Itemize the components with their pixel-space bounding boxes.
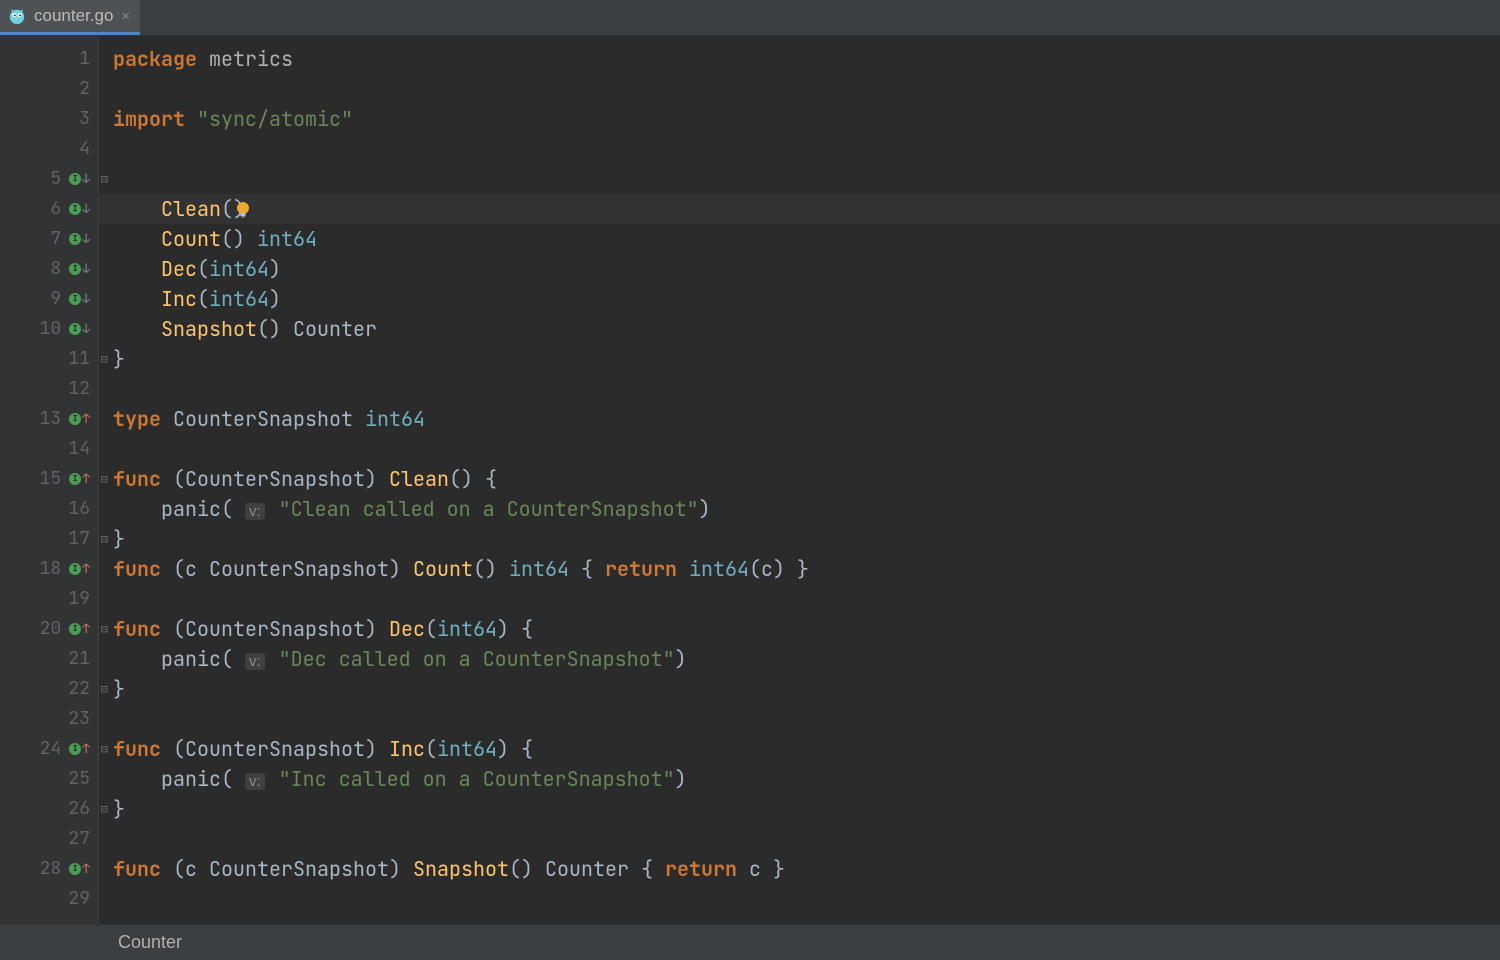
code-line[interactable]: type Counter interface {: [99, 164, 1500, 194]
implements-up-icon[interactable]: I↑: [69, 734, 90, 764]
code-line[interactable]: func (c CounterSnapshot) Count() int64 {…: [99, 554, 1500, 584]
code-line[interactable]: Clean(): [99, 194, 1500, 224]
line-number: 20: [39, 614, 61, 644]
implements-down-icon[interactable]: I↓: [69, 194, 90, 224]
line-number: 21: [68, 644, 90, 674]
tab-counter-go[interactable]: counter.go ×: [0, 0, 140, 35]
implements-up-icon[interactable]: I↑: [69, 614, 90, 644]
line-number: 5: [39, 164, 61, 194]
line-number: 22: [68, 674, 90, 704]
code-line[interactable]: [99, 884, 1500, 914]
code-line[interactable]: Snapshot() Counter: [99, 314, 1500, 344]
code-line[interactable]: [99, 374, 1500, 404]
line-number: 17: [68, 524, 90, 554]
implements-down-icon[interactable]: I↓: [69, 284, 90, 314]
intention-bulb-icon[interactable]: [137, 168, 157, 188]
code-line[interactable]: Inc(int64): [99, 284, 1500, 314]
code-line[interactable]: [99, 584, 1500, 614]
implements-down-icon[interactable]: I↓: [69, 164, 90, 194]
line-number: 2: [68, 74, 90, 104]
param-hint: v:: [245, 773, 265, 790]
code-line[interactable]: [99, 74, 1500, 104]
line-number: 1: [68, 44, 90, 74]
line-number: 12: [68, 374, 90, 404]
code-line[interactable]: func (c CounterSnapshot) Snapshot() Coun…: [99, 854, 1500, 884]
param-hint: v:: [245, 503, 265, 520]
code-line[interactable]: import "sync/atomic": [99, 104, 1500, 134]
line-number: 3: [68, 104, 90, 134]
code-line[interactable]: [99, 434, 1500, 464]
close-icon[interactable]: ×: [121, 8, 130, 25]
line-number: 23: [68, 704, 90, 734]
code-line[interactable]: [99, 704, 1500, 734]
code-line[interactable]: type CounterSnapshot int64: [99, 404, 1500, 434]
line-number: 14: [68, 434, 90, 464]
implements-up-icon[interactable]: I↑: [69, 464, 90, 494]
line-number: 16: [68, 494, 90, 524]
code-line[interactable]: [99, 134, 1500, 164]
code-line[interactable]: package metrics: [99, 44, 1500, 74]
code-line[interactable]: }: [99, 344, 1500, 374]
implements-up-icon[interactable]: I↑: [69, 554, 90, 584]
line-number: 24: [39, 734, 61, 764]
code-line[interactable]: panic( v: "Dec called on a CounterSnapsh…: [99, 644, 1500, 674]
breadcrumb[interactable]: Counter: [0, 924, 1500, 960]
implements-down-icon[interactable]: I↓: [69, 224, 90, 254]
line-number: 28: [39, 854, 61, 884]
line-number: 25: [68, 764, 90, 794]
gutter: 1 2 3 4 5I↓⊟ 6I↓ 7I↓ 8I↓ 9I↓ 10I↓ 11⊟ 12…: [0, 36, 98, 924]
implements-down-icon[interactable]: I↓: [69, 254, 90, 284]
code-line[interactable]: Count() int64: [99, 224, 1500, 254]
code-line[interactable]: func (CounterSnapshot) Dec(int64) {: [99, 614, 1500, 644]
go-file-icon: [8, 7, 26, 25]
line-number: 19: [68, 584, 90, 614]
line-number: 13: [39, 404, 61, 434]
line-number: 4: [68, 134, 90, 164]
line-number: 11: [68, 344, 90, 374]
implements-down-icon[interactable]: I↓: [69, 314, 90, 344]
code-line[interactable]: panic( v: "Inc called on a CounterSnapsh…: [99, 764, 1500, 794]
code-line[interactable]: }: [99, 794, 1500, 824]
line-number: 18: [39, 554, 61, 584]
line-number: 29: [68, 884, 90, 914]
line-number: 10: [39, 314, 61, 344]
code-line[interactable]: func (CounterSnapshot) Clean() {: [99, 464, 1500, 494]
line-number: 15: [39, 464, 61, 494]
code-line[interactable]: [99, 824, 1500, 854]
line-number: 8: [39, 254, 61, 284]
line-number: 27: [68, 824, 90, 854]
code-line[interactable]: panic( v: "Clean called on a CounterSnap…: [99, 494, 1500, 524]
code-line[interactable]: Dec(int64): [99, 254, 1500, 284]
line-number: 6: [39, 194, 61, 224]
line-number: 9: [39, 284, 61, 314]
code-line[interactable]: }: [99, 524, 1500, 554]
implements-up-icon[interactable]: I↑: [69, 854, 90, 884]
line-number: 26: [68, 794, 90, 824]
code-line[interactable]: }: [99, 674, 1500, 704]
param-hint: v:: [245, 653, 265, 670]
code-line[interactable]: func (CounterSnapshot) Inc(int64) {: [99, 734, 1500, 764]
code-area[interactable]: package metrics import "sync/atomic" typ…: [98, 36, 1500, 924]
line-number: 7: [39, 224, 61, 254]
editor: 1 2 3 4 5I↓⊟ 6I↓ 7I↓ 8I↓ 9I↓ 10I↓ 11⊟ 12…: [0, 36, 1500, 924]
breadcrumb-item[interactable]: Counter: [118, 932, 182, 953]
tab-filename: counter.go: [34, 6, 113, 26]
tab-bar: counter.go ×: [0, 0, 1500, 36]
implements-up-icon[interactable]: I↑: [69, 404, 90, 434]
